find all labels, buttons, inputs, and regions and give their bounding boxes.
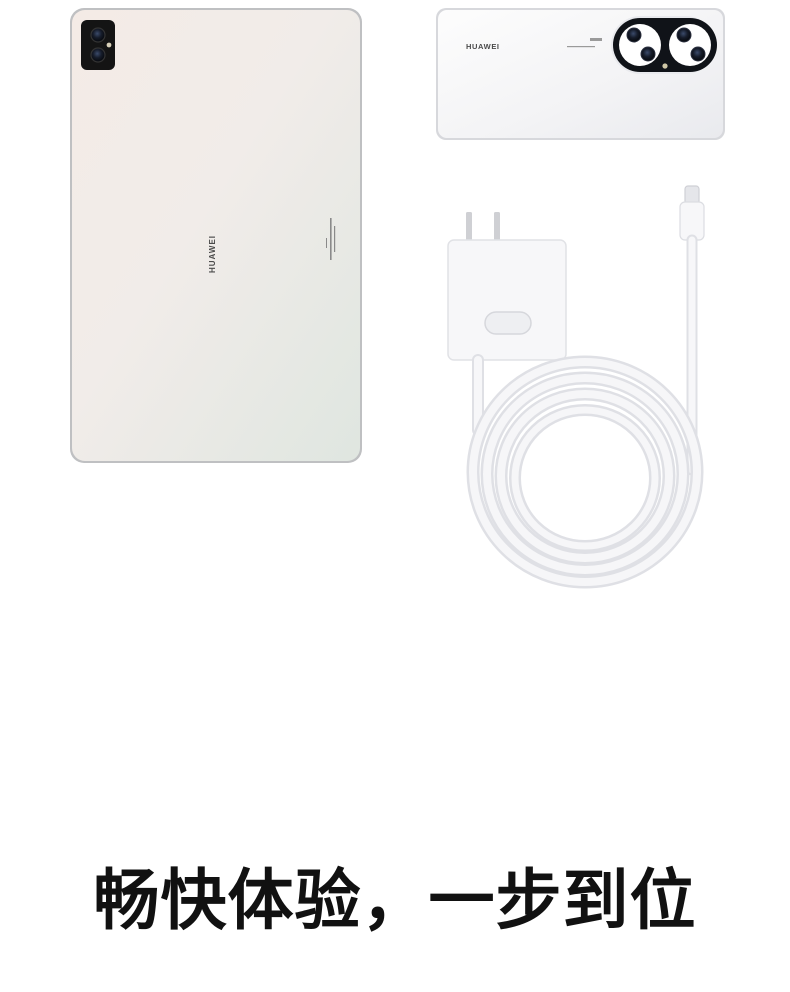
- tablet-camera-module: [81, 20, 115, 70]
- power-adapter: [447, 212, 567, 361]
- tablet-brand-logo: HUAWEI: [208, 235, 217, 273]
- phone: HUAWEI: [436, 8, 725, 140]
- phone-camera-ring: [611, 16, 717, 74]
- phone-brand-logo: HUAWEI: [466, 42, 500, 51]
- product-scene: HUAWEI HUAWEI: [70, 8, 725, 589]
- headline-text: 畅快体验，一步到位: [93, 862, 697, 939]
- tablet: HUAWEI: [70, 8, 362, 463]
